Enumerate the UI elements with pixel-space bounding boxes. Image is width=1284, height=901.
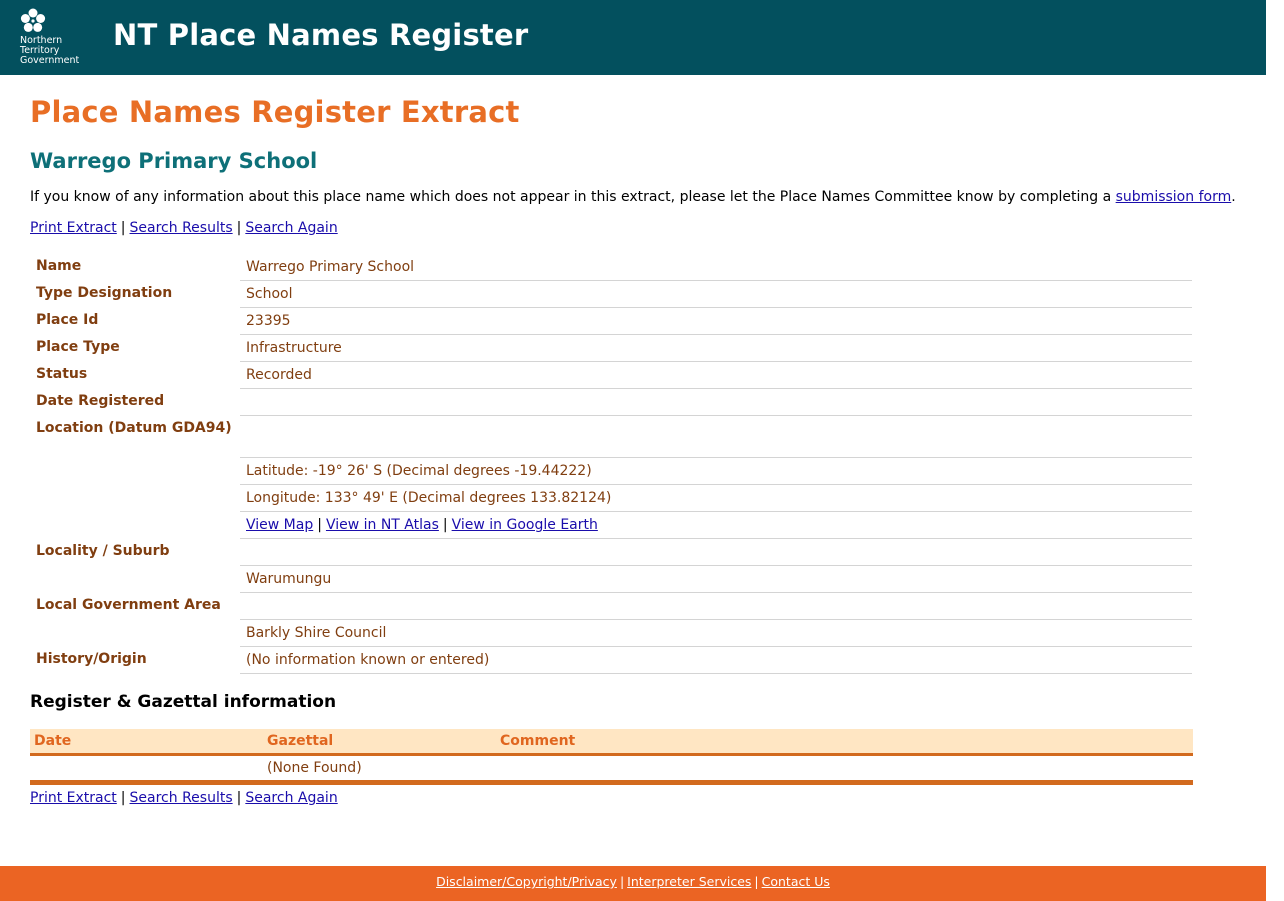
detail-label: History/Origin [36,650,147,667]
detail-row: Latitude: -19° 26' S (Decimal degrees -1… [30,457,1192,485]
nav-links-bottom: Print Extract | Search Results | Search Agai… [30,789,1240,807]
link-separator: | [120,220,126,236]
table-row: (None Found) [30,754,1193,785]
detail-label: Location (Datum GDA94) [36,419,232,436]
logo-text: Northern Territory Government [20,36,79,66]
detail-value [240,538,1192,566]
table-cell [496,754,1193,785]
search-results-link[interactable]: Search Results [130,790,233,806]
detail-row: Status Recorded [30,361,1192,389]
detail-label: Status [36,365,88,382]
detail-label: Date Registered [36,392,165,409]
detail-value: Recorded [240,361,1192,389]
logo-line: Government [20,55,80,66]
detail-label: Place Type [36,338,120,355]
contact-us-link[interactable]: Contact Us [762,874,830,889]
detail-value: Warrego Primary School [240,254,1192,281]
longitude-value: Longitude: 133° 49' E (Decimal degrees 1… [240,484,1192,512]
detail-label: Local Government Area [36,596,221,613]
site-header: Northern Territory Government NT Place N… [0,0,1266,75]
detail-row: Place Type Infrastructure [30,334,1192,362]
search-results-link[interactable]: Search Results [130,220,233,236]
detail-label [30,566,240,593]
view-nt-atlas-link[interactable]: View in NT Atlas [326,517,439,533]
submission-form-link[interactable]: submission form [1116,189,1232,205]
register-heading: Register & Gazettal information [30,692,337,712]
table-cell [30,754,263,785]
column-header-comment: Comment [496,729,1193,756]
locality-value: Warumungu [240,565,1192,593]
detail-value: 23395 [240,307,1192,335]
detail-row: Longitude: 133° 49' E (Decimal degrees 1… [30,484,1192,512]
detail-row: Type Designation School [30,280,1192,308]
column-header-gazettal: Gazettal [263,729,496,756]
detail-value: School [240,280,1192,308]
detail-row: Barkly Shire Council [30,619,1192,647]
link-separator: | [442,517,448,533]
detail-label: Locality / Suburb [36,542,170,559]
search-again-link[interactable]: Search Again [245,790,337,806]
detail-row: Location (Datum GDA94) [30,415,1192,458]
place-name-heading: Warrego Primary School [30,149,318,173]
lga-value: Barkly Shire Council [240,619,1192,647]
search-again-link[interactable]: Search Again [245,220,337,236]
link-separator: | [619,874,625,889]
detail-row: Place Id 23395 [30,307,1192,335]
place-details-table: Name Warrego Primary School Type Designa… [30,254,1192,674]
disclaimer-link[interactable]: Disclaimer/Copyright/Privacy [436,874,617,889]
link-separator: | [236,220,242,236]
detail-row: Warumungu [30,565,1192,593]
column-header-date: Date [30,729,263,756]
detail-value [240,388,1192,416]
detail-label [30,485,240,512]
print-extract-link[interactable]: Print Extract [30,220,117,236]
nav-links-top: Print Extract | Search Results | Search Agai… [30,219,1240,237]
detail-row: Local Government Area [30,592,1192,620]
intro-body: If you know of any information about thi… [30,189,1116,205]
main-content: Place Names Register Extract Warrego Pri… [30,95,1240,807]
detail-label: Place Id [36,311,99,328]
interpreter-services-link[interactable]: Interpreter Services [627,874,751,889]
register-header-row: Date Gazettal Comment [30,729,1193,756]
detail-value [240,592,1192,620]
detail-row: View Map | View in NT Atlas | View in Google… [30,511,1192,539]
intro-suffix: . [1231,189,1236,205]
link-separator: | [120,790,126,806]
map-links: View Map | View in NT Atlas | View in Google… [240,511,1192,539]
detail-value: Infrastructure [240,334,1192,362]
link-separator: | [317,517,322,533]
detail-label [30,512,240,539]
site-title: NT Place Names Register [113,18,529,52]
nt-government-logo[interactable]: Northern Territory Government [20,8,86,68]
page-title: Place Names Register Extract [30,95,520,129]
history-value: (No information known or entered) [240,646,1192,674]
detail-row: Date Registered [30,388,1192,416]
detail-label: Type Designation [36,284,173,301]
site-footer: Disclaimer/Copyright/Privacy | Interpreter… [0,866,1266,901]
print-extract-link[interactable]: Print Extract [30,790,117,806]
detail-label [30,620,240,647]
table-cell: (None Found) [263,754,496,785]
register-table: Date Gazettal Comment (None Found) [30,729,1193,785]
detail-value [240,415,1192,458]
detail-label [30,458,240,485]
detail-row: Locality / Suburb [30,538,1192,566]
view-map-link[interactable]: View Map [246,517,313,533]
latitude-value: Latitude: -19° 26' S (Decimal degrees -1… [240,457,1192,485]
detail-label: Name [36,258,82,274]
link-separator: | [754,874,759,889]
detail-row: History/Origin (No information known or … [30,646,1192,674]
intro-text: If you know of any information about thi… [30,189,1240,205]
view-google-earth-link[interactable]: View in Google Earth [452,517,598,533]
flower-icon [20,8,46,32]
link-separator: | [236,790,242,806]
detail-row: Name Warrego Primary School [30,254,1192,281]
